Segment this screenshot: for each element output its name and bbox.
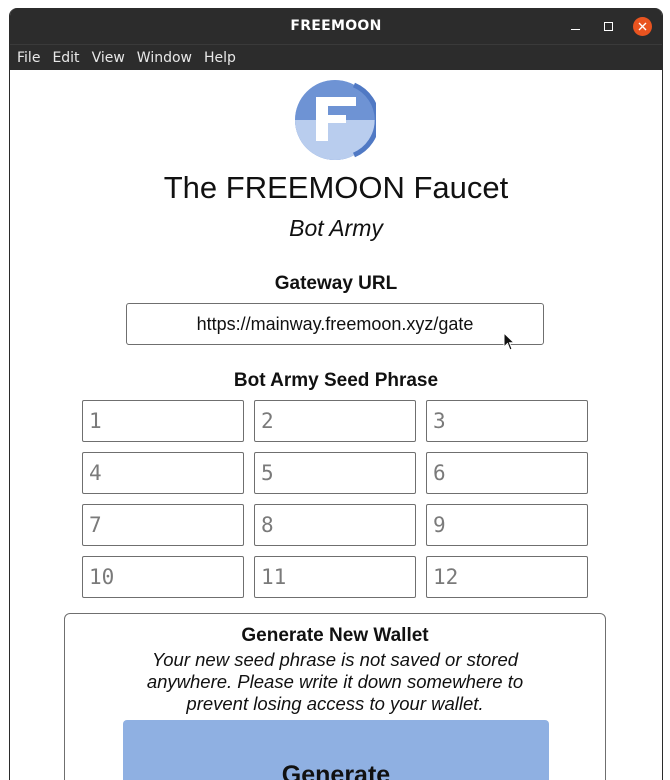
mouse-pointer-icon [503,332,515,351]
app-window: FREEMOON File Edit View Window Help The … [9,8,663,780]
generate-wallet-card: Generate New Wallet Your new seed phrase… [64,613,606,780]
seed-word-2[interactable] [254,400,416,442]
generate-button[interactable]: Generate [123,720,549,780]
menu-help[interactable]: Help [198,45,242,71]
seed-word-9[interactable] [426,504,588,546]
seed-word-7[interactable] [82,504,244,546]
menu-edit[interactable]: Edit [46,45,85,71]
generate-wallet-title: Generate New Wallet [241,625,429,646]
maximize-button[interactable] [594,8,622,44]
gateway-label: Gateway URL [274,273,398,294]
seed-phrase-label: Bot Army Seed Phrase [233,370,439,391]
freemoon-logo [295,80,376,160]
seed-word-12[interactable] [426,556,588,598]
close-button[interactable] [628,8,656,44]
main-content: The FREEMOON Faucet Bot Army Gateway URL… [10,70,662,780]
minimize-button[interactable] [561,8,589,44]
page-subtitle: Bot Army [289,215,383,241]
maximize-icon [603,21,613,31]
seed-word-6[interactable] [426,452,588,494]
seed-word-5[interactable] [254,452,416,494]
menu-bar: File Edit View Window Help [10,44,662,70]
seed-word-8[interactable] [254,504,416,546]
seed-word-4[interactable] [82,452,244,494]
close-icon [632,16,652,36]
gateway-url-input[interactable] [126,303,544,345]
title-bar[interactable]: FREEMOON [10,8,662,44]
seed-word-11[interactable] [254,556,416,598]
page-title: The FREEMOON Faucet [163,170,509,205]
generate-wallet-description: Your new seed phrase is not saved or sto… [146,649,524,714]
seed-word-3[interactable] [426,400,588,442]
seed-word-1[interactable] [82,400,244,442]
menu-view[interactable]: View [86,45,131,71]
seed-word-10[interactable] [82,556,244,598]
menu-file[interactable]: File [11,45,46,71]
menu-window[interactable]: Window [131,45,198,71]
minimize-icon [570,28,580,30]
